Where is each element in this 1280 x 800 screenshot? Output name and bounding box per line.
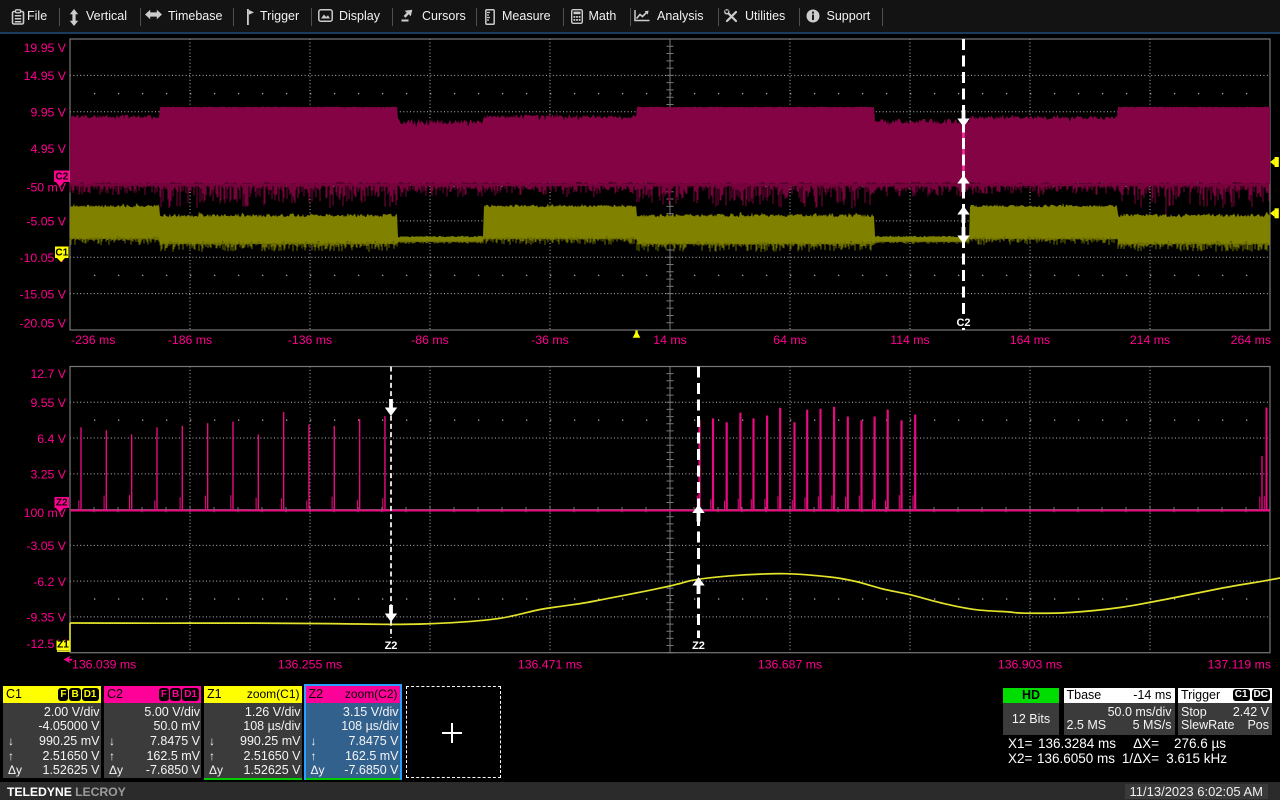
- svg-text:14.95 V: 14.95 V: [24, 69, 67, 83]
- svg-text:64 ms: 64 ms: [773, 333, 807, 347]
- svg-text:136.039 ms: 136.039 ms: [72, 658, 136, 672]
- svg-text:136.471 ms: 136.471 ms: [518, 658, 582, 672]
- svg-text:137.119 ms: 137.119 ms: [1208, 658, 1271, 672]
- svg-text:14 ms: 14 ms: [653, 333, 687, 347]
- svg-text:C2: C2: [956, 317, 970, 329]
- svg-text:136.687 ms: 136.687 ms: [758, 658, 822, 672]
- svg-text:136.903 ms: 136.903 ms: [998, 658, 1062, 672]
- svg-text:-86 ms: -86 ms: [411, 333, 449, 347]
- svg-text:C2: C2: [55, 171, 68, 182]
- svg-text:214 ms: 214 ms: [1130, 333, 1170, 347]
- svg-text:-136 ms: -136 ms: [288, 333, 332, 347]
- svg-text:264 ms: 264 ms: [1231, 333, 1271, 347]
- svg-text:Z2: Z2: [56, 497, 68, 508]
- svg-text:-5.05 V: -5.05 V: [26, 215, 66, 229]
- svg-text:9.95 V: 9.95 V: [30, 106, 66, 120]
- svg-text:-236 ms: -236 ms: [71, 333, 115, 347]
- svg-text:19.95 V: 19.95 V: [24, 41, 67, 55]
- svg-text:-6.2 V: -6.2 V: [33, 575, 67, 589]
- svg-text:Z1: Z1: [57, 639, 69, 650]
- svg-text:-36 ms: -36 ms: [531, 333, 569, 347]
- svg-text:12.7 V: 12.7 V: [30, 367, 66, 381]
- svg-text:4.95 V: 4.95 V: [30, 142, 66, 156]
- svg-text:9.55 V: 9.55 V: [30, 396, 66, 410]
- svg-text:Z2: Z2: [385, 640, 398, 652]
- svg-text:-186 ms: -186 ms: [168, 333, 212, 347]
- svg-text:6.4 V: 6.4 V: [37, 432, 67, 446]
- svg-text:-20.05 V: -20.05 V: [20, 316, 67, 330]
- svg-text:3.25 V: 3.25 V: [30, 468, 66, 482]
- svg-text:C1: C1: [55, 247, 68, 258]
- svg-text:-3.05 V: -3.05 V: [26, 539, 66, 553]
- svg-text:136.255 ms: 136.255 ms: [278, 658, 342, 672]
- svg-text:Z2: Z2: [692, 640, 705, 652]
- svg-text:164 ms: 164 ms: [1010, 333, 1050, 347]
- svg-text:-9.35 V: -9.35 V: [26, 611, 66, 625]
- svg-text:-15.05 V: -15.05 V: [20, 287, 67, 301]
- svg-text:114 ms: 114 ms: [890, 333, 929, 347]
